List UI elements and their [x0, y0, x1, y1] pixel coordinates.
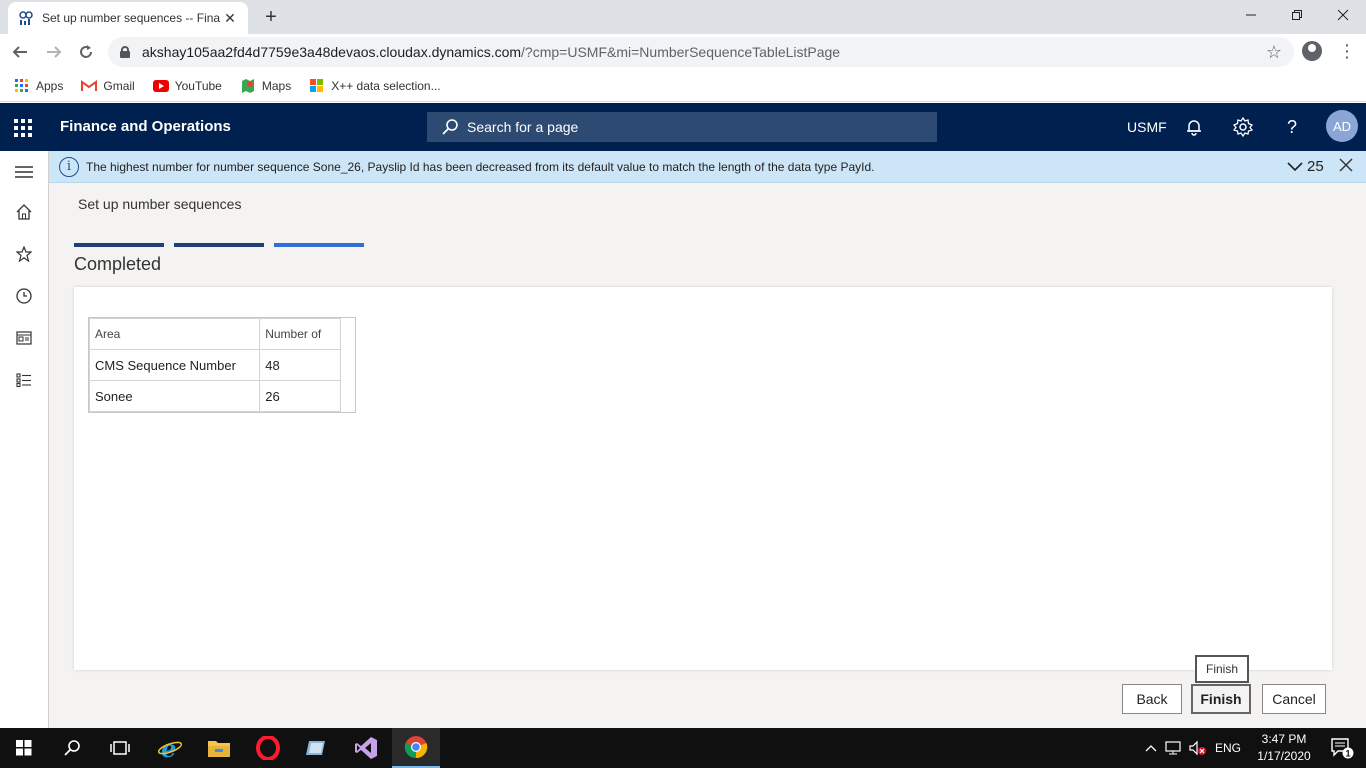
favorites-star-icon[interactable] [12, 242, 36, 266]
forward-arrow-icon[interactable] [42, 40, 66, 64]
restore-icon[interactable] [1274, 0, 1320, 30]
cancel-button[interactable]: Cancel [1262, 684, 1326, 714]
reload-icon[interactable] [74, 40, 98, 64]
windows-taskbar: e ENG 3:47 PM 1/17/2020 1 [0, 728, 1366, 768]
maps-icon [240, 78, 256, 94]
network-icon[interactable] [1165, 740, 1183, 756]
message-close-icon[interactable] [1339, 157, 1353, 177]
finish-button[interactable]: Finish [1191, 684, 1251, 714]
window-close-icon[interactable] [1320, 0, 1366, 30]
cell-number-of: 26 [259, 380, 341, 412]
main-content: i The highest number for number sequence… [49, 151, 1366, 728]
browser-toolbar: akshay105aa2fd4d7759e3a48devaos.cloudax.… [0, 34, 1366, 70]
back-button[interactable]: Back [1122, 684, 1182, 714]
taskbar-clock[interactable]: 3:47 PM 1/17/2020 [1254, 731, 1314, 765]
address-bar[interactable]: akshay105aa2fd4d7759e3a48devaos.cloudax.… [108, 37, 1294, 67]
windows-logo-icon [309, 78, 325, 94]
new-tab-button[interactable]: + [260, 6, 282, 29]
recent-clock-icon[interactable] [12, 284, 36, 308]
app-name: Finance and Operations [60, 118, 231, 135]
chrome-taskbar-icon[interactable] [392, 728, 440, 768]
avatar[interactable]: AD [1326, 110, 1358, 142]
cell-number-of: 48 [259, 349, 341, 381]
browser-tab-strip: Set up number sequences -- Fina ✕ + [0, 0, 1366, 34]
table-row[interactable]: Sonee 26 [88, 380, 355, 412]
table-row[interactable]: CMS Sequence Number 48 [88, 349, 355, 381]
home-icon[interactable] [12, 200, 36, 224]
grid-header-row: Area Number of [88, 318, 355, 350]
url-text: akshay105aa2fd4d7759e3a48devaos.cloudax.… [142, 44, 841, 60]
message-expand-button[interactable]: 25 [1287, 158, 1324, 175]
step-heading: Completed [74, 254, 162, 274]
bookmark-youtube[interactable]: YouTube [152, 78, 222, 94]
action-center-icon[interactable]: 1 [1318, 728, 1366, 768]
file-explorer-icon[interactable] [195, 728, 243, 768]
bookmark-apps[interactable]: Apps [14, 78, 63, 94]
system-tray: ENG [1145, 728, 1241, 768]
svg-text:e: e [161, 736, 176, 760]
browser-menu-icon[interactable]: ⋮ [1338, 40, 1356, 62]
profile-icon[interactable] [1302, 41, 1322, 61]
windows-start-icon[interactable] [0, 728, 48, 768]
column-header-area[interactable]: Area [88, 318, 261, 350]
message-bar: i The highest number for number sequence… [49, 151, 1366, 183]
left-nav-pane [0, 151, 49, 728]
minimize-icon[interactable] [1228, 0, 1274, 30]
waffle-menu-icon[interactable] [14, 119, 32, 137]
opera-icon[interactable] [244, 728, 292, 768]
help-icon[interactable]: ? [1280, 115, 1304, 139]
message-text: The highest number for number sequence S… [86, 159, 875, 174]
bookmark-xpp[interactable]: X++ data selection... [309, 78, 441, 94]
app-bar: Finance and Operations Search for a page… [0, 103, 1366, 151]
taskbar-search-icon[interactable] [48, 728, 96, 768]
bookmark-maps[interactable]: Maps [240, 78, 291, 94]
company-picker[interactable]: USMF [1127, 119, 1167, 135]
search-icon [442, 119, 458, 135]
visual-studio-icon[interactable] [342, 728, 390, 768]
tab-close-icon[interactable]: ✕ [222, 10, 238, 27]
volume-muted-icon[interactable] [1189, 740, 1207, 756]
message-count: 25 [1307, 158, 1324, 175]
tab-title: Set up number sequences -- Fina [42, 11, 221, 25]
lock-icon [120, 46, 130, 58]
task-view-icon[interactable] [96, 728, 144, 768]
info-icon: i [59, 156, 79, 177]
internet-explorer-icon[interactable]: e [146, 728, 194, 768]
bookmark-gmail[interactable]: Gmail [81, 78, 135, 94]
modules-list-icon[interactable] [12, 368, 36, 392]
cell-area: Sonee [88, 380, 261, 412]
remote-desktop-icon[interactable] [293, 728, 341, 768]
wizard-step-3 [274, 243, 364, 247]
cell-area: CMS Sequence Number [88, 349, 261, 381]
wizard-step-1 [74, 243, 164, 247]
bookmarks-bar: Apps Gmail YouTube Maps X++ data selecti… [0, 70, 1366, 102]
back-arrow-icon[interactable] [8, 40, 32, 64]
workspaces-icon[interactable] [12, 326, 36, 350]
settings-gear-icon[interactable] [1231, 115, 1255, 139]
browser-tab[interactable]: Set up number sequences -- Fina ✕ [8, 2, 248, 34]
column-header-number-of[interactable]: Number of [259, 318, 341, 350]
dynamics-favicon-icon [18, 10, 34, 26]
gmail-icon [81, 78, 98, 94]
hamburger-menu-icon[interactable] [12, 160, 36, 184]
youtube-icon [152, 78, 169, 94]
finish-tooltip: Finish [1195, 655, 1249, 683]
tray-chevron-up-icon[interactable] [1145, 744, 1157, 752]
notification-count: 1 [1345, 749, 1350, 759]
apps-grid-icon [14, 78, 30, 94]
page-search-box[interactable]: Search for a page [427, 112, 937, 142]
chevron-down-icon [1287, 161, 1303, 171]
wizard-card: Area Number of CMS Sequence Number 48 So… [74, 287, 1332, 670]
language-indicator[interactable]: ENG [1215, 741, 1241, 755]
bookmark-star-icon[interactable]: ☆ [1266, 42, 1282, 63]
page-title: Set up number sequences [78, 196, 242, 212]
notification-bell-icon[interactable] [1182, 115, 1206, 139]
wizard-step-2 [174, 243, 264, 247]
summary-grid: Area Number of CMS Sequence Number 48 So… [88, 317, 356, 413]
